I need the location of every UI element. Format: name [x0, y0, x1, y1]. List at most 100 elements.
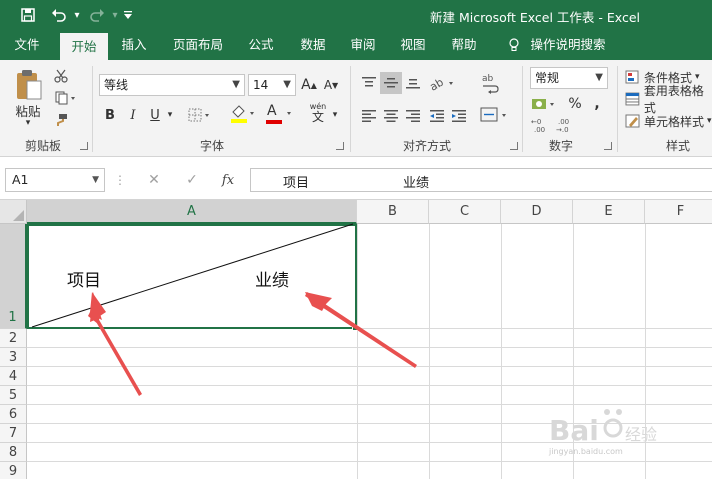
enter-icon[interactable]: ✓ — [176, 168, 208, 192]
top-align-icon[interactable] — [358, 72, 380, 94]
underline-button[interactable]: U — [146, 105, 164, 125]
tab-page-layout[interactable]: 页面布局 — [166, 30, 230, 60]
comma-style-button[interactable]: , — [590, 94, 604, 114]
align-right-icon[interactable] — [402, 106, 424, 126]
paste-icon[interactable] — [12, 68, 46, 102]
font-launcher-icon[interactable] — [336, 142, 344, 150]
chevron-down-icon: ▼ — [283, 79, 291, 90]
decrease-font-glyph: A — [323, 78, 333, 92]
tell-me-search[interactable]: 操作说明搜索 — [528, 30, 608, 60]
number-launcher-icon[interactable] — [604, 142, 612, 150]
font-size-value: 14 — [253, 78, 269, 92]
font-color-glyph: A — [267, 103, 277, 119]
chevron-down-icon: ▼ — [92, 175, 99, 185]
tab-view[interactable]: 视图 — [392, 30, 434, 60]
formula-bar: A1 ▼ ⋮ ✕ ✓ fx 项目 业绩 — [0, 158, 712, 200]
font-group-label: 字体 — [199, 139, 224, 153]
phonetic-dropdown-icon[interactable]: ▾ — [330, 105, 340, 125]
cut-icon[interactable] — [52, 68, 70, 84]
orientation-icon[interactable]: ab — [428, 72, 458, 94]
number-format-select[interactable]: 常规 ▼ — [530, 67, 608, 89]
ribbon: 粘贴 ▾ 剪贴板 等线 ▼ 14 ▼ A ▲ A ▼ B I U ▾ A wén 文… — [0, 60, 712, 157]
alignment-group-label: 对齐方式 — [402, 139, 451, 153]
svg-text:ab: ab — [429, 76, 446, 91]
number-group-label: 数字 — [548, 139, 573, 153]
worksheet-grid[interactable]: A B C D E F 1 2 3 4 5 6 7 8 9 项目 业绩 Bai … — [0, 200, 712, 479]
svg-text:经验: 经验 — [625, 425, 657, 444]
align-left-icon[interactable] — [358, 106, 380, 126]
middle-align-icon[interactable] — [380, 72, 402, 94]
cell-styles-label: 单元格样式 — [644, 114, 705, 129]
decrease-decimal-icon[interactable]: .00 →.0 — [555, 116, 577, 134]
title-bar: ▾ ▾ 新建 Microsoft Excel 工作表 - Excel — [0, 0, 712, 30]
merge-center-icon[interactable] — [478, 104, 512, 126]
annotation-arrow-left — [88, 292, 142, 396]
tab-file[interactable]: 文件 — [4, 30, 50, 60]
decrease-font-size-button[interactable]: A ▼ — [322, 74, 340, 96]
wrap-text-icon[interactable]: ab — [478, 70, 502, 96]
group-separator — [92, 66, 93, 152]
increase-indent-icon[interactable] — [448, 106, 470, 126]
percent-style-button[interactable]: % — [565, 94, 585, 114]
tab-insert[interactable]: 插入 — [113, 30, 155, 60]
tab-home[interactable]: 开始 — [60, 33, 108, 60]
group-separator — [522, 66, 523, 152]
italic-button[interactable]: I — [124, 105, 142, 125]
cancel-icon[interactable]: ✕ — [138, 168, 170, 192]
undo-dropdown-icon[interactable]: ▾ — [66, 4, 88, 26]
svg-text:Bai: Bai — [549, 414, 599, 447]
group-separator — [617, 66, 618, 152]
svg-text:→.0: →.0 — [556, 126, 569, 133]
borders-button[interactable] — [186, 105, 214, 125]
svg-text:ab: ab — [482, 74, 494, 84]
formula-text-item: 项目 — [283, 176, 310, 191]
save-icon[interactable] — [17, 4, 39, 26]
align-center-icon[interactable] — [380, 106, 402, 126]
bottom-align-icon[interactable] — [402, 72, 424, 94]
tab-help[interactable]: 帮助 — [443, 30, 485, 60]
more-options-icon[interactable]: ⋮ — [114, 168, 126, 192]
annotation-arrow-right — [305, 292, 417, 368]
format-as-table-button[interactable]: 套用表格格式 — [625, 84, 712, 115]
phonetic-guide-button[interactable]: wén 文 — [306, 100, 330, 126]
chevron-down-icon: ▼ — [595, 72, 603, 83]
styles-group-label: 样式 — [665, 139, 690, 153]
formula-text-score: 业绩 — [403, 176, 430, 191]
formula-input[interactable]: 项目 业绩 — [250, 168, 712, 192]
customize-qat-icon[interactable] — [117, 4, 139, 26]
font-name-select[interactable]: 等线 ▼ — [99, 74, 245, 96]
phonetic-char: 文 — [311, 110, 324, 124]
clipboard-group-label: 剪贴板 — [24, 139, 61, 153]
paste-button-label[interactable]: 粘贴 — [8, 102, 48, 119]
increase-font-glyph: A — [301, 77, 311, 93]
font-size-select[interactable]: 14 ▼ — [248, 74, 296, 96]
font-color-button[interactable]: A — [264, 103, 296, 125]
document-title: 新建 Microsoft Excel 工作表 - Excel — [430, 10, 640, 25]
paste-dropdown-icon[interactable]: ▾ — [20, 118, 36, 128]
fill-color-button[interactable] — [228, 103, 258, 125]
name-box-value: A1 — [12, 172, 29, 187]
tab-data[interactable]: 数据 — [292, 30, 334, 60]
group-separator — [350, 66, 351, 152]
lightbulb-icon[interactable] — [503, 30, 525, 60]
decrease-indent-icon[interactable] — [426, 106, 448, 126]
tab-review[interactable]: 审阅 — [342, 30, 384, 60]
format-as-table-label: 套用表格格式 — [643, 84, 704, 115]
format-painter-icon[interactable] — [52, 112, 70, 128]
tab-formulas[interactable]: 公式 — [240, 30, 282, 60]
underline-dropdown-icon[interactable]: ▾ — [165, 105, 175, 125]
increase-decimal-icon[interactable]: ←0.00 — [530, 116, 552, 134]
name-box[interactable]: A1 ▼ — [5, 168, 105, 192]
svg-text:.00: .00 — [558, 118, 569, 126]
chevron-down-icon: ▼ — [232, 79, 240, 90]
accounting-format-icon[interactable] — [530, 94, 560, 114]
bold-button[interactable]: B — [101, 105, 119, 125]
cell-styles-button[interactable]: 单元格样式 ▾ — [625, 112, 712, 130]
svg-text:.00: .00 — [534, 126, 545, 133]
increase-font-size-button[interactable]: A ▲ — [300, 74, 318, 96]
insert-function-button[interactable]: fx — [212, 168, 244, 192]
copy-icon[interactable] — [52, 90, 80, 106]
watermark-url: jingyan.baidu.com — [549, 447, 623, 456]
clipboard-launcher-icon[interactable] — [80, 142, 88, 150]
alignment-launcher-icon[interactable] — [510, 142, 518, 150]
